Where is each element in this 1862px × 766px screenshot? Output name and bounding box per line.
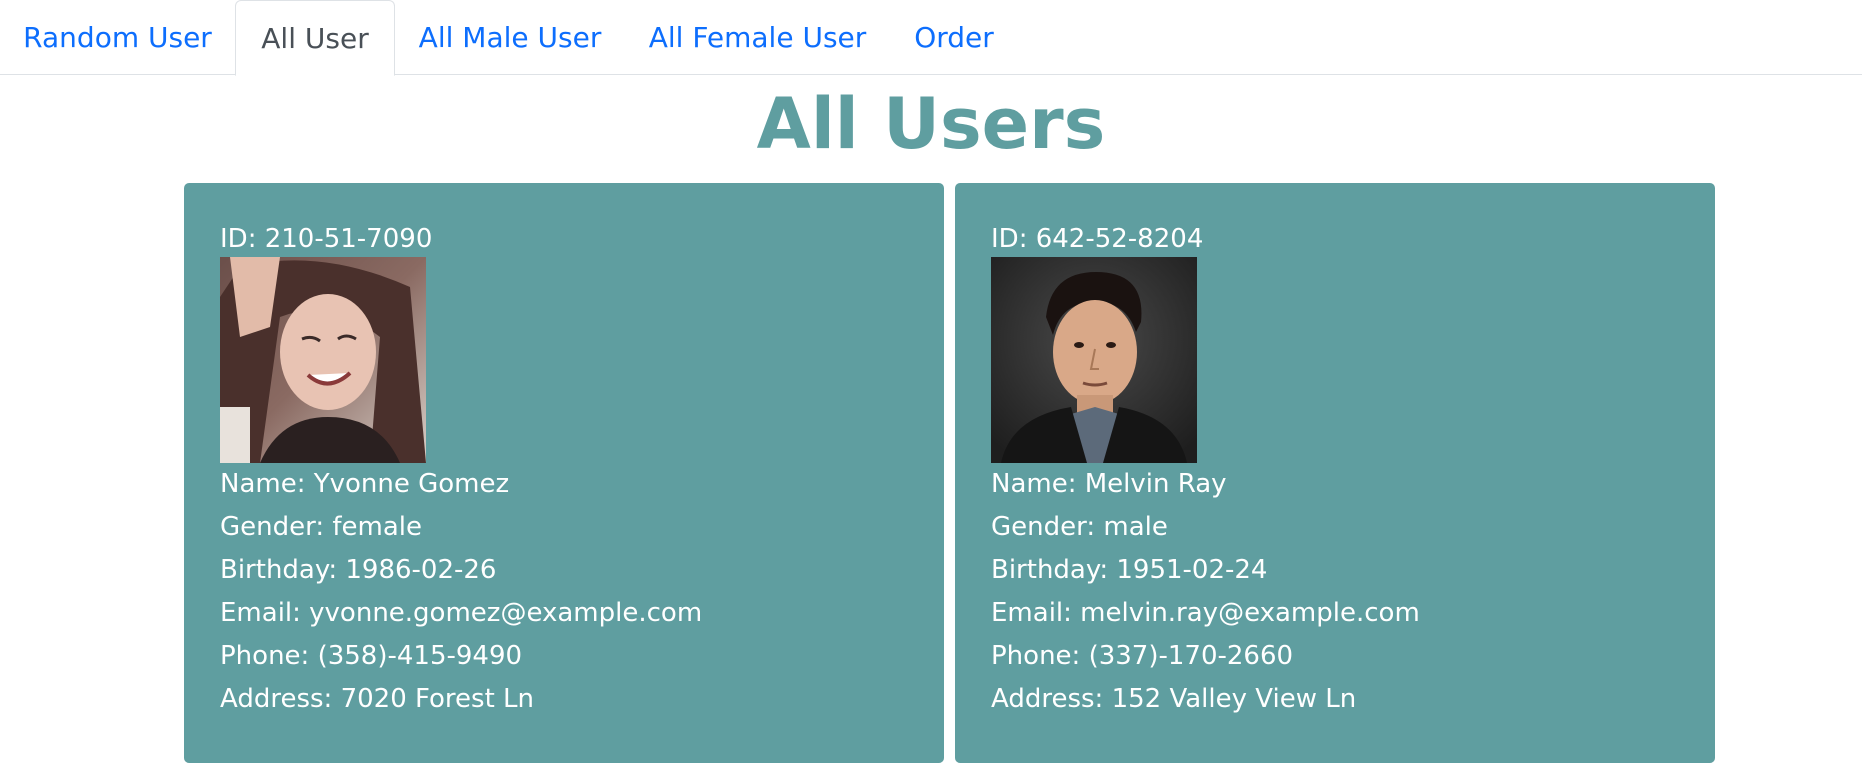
user-avatar [991, 257, 1197, 463]
user-phone: Phone: (358)-415-9490 [220, 641, 523, 671]
user-gender: Gender: female [220, 512, 423, 542]
user-email: Email: melvin.ray@example.com [991, 598, 1420, 628]
page-title: All Users [756, 83, 1106, 165]
user-gender: Gender: male [991, 512, 1168, 542]
user-avatar [220, 257, 426, 463]
user-name: Name: Yvonne Gomez [220, 469, 510, 499]
user-email: Email: yvonne.gomez@example.com [220, 598, 703, 628]
tab-all-male-user[interactable]: All Male User [395, 0, 625, 75]
tab-random-user[interactable]: Random User [0, 0, 235, 75]
user-birthday: Birthday: 1986-02-26 [220, 555, 497, 585]
user-id: ID: 642-52-8204 [991, 224, 1204, 254]
user-address: Address: 7020 Forest Ln [220, 684, 535, 714]
user-id: ID: 210-51-7090 [220, 224, 433, 254]
user-address: Address: 152 Valley View Ln [991, 684, 1357, 714]
tab-order[interactable]: Order [890, 0, 1018, 75]
user-card: ID: 642-52-8204 Name: Melvin Ray Gender:… [955, 183, 1715, 763]
nav-tabs: Random User All User All Male User All F… [0, 0, 1862, 76]
user-birthday: Birthday: 1951-02-24 [991, 555, 1268, 585]
tab-all-female-user[interactable]: All Female User [625, 0, 890, 75]
user-name: Name: Melvin Ray [991, 469, 1227, 499]
user-phone: Phone: (337)-170-2660 [991, 641, 1294, 671]
tab-all-user[interactable]: All User [235, 0, 395, 76]
user-card: ID: 210-51-7090 Name: Yvonne Gomez Gende… [184, 183, 944, 763]
